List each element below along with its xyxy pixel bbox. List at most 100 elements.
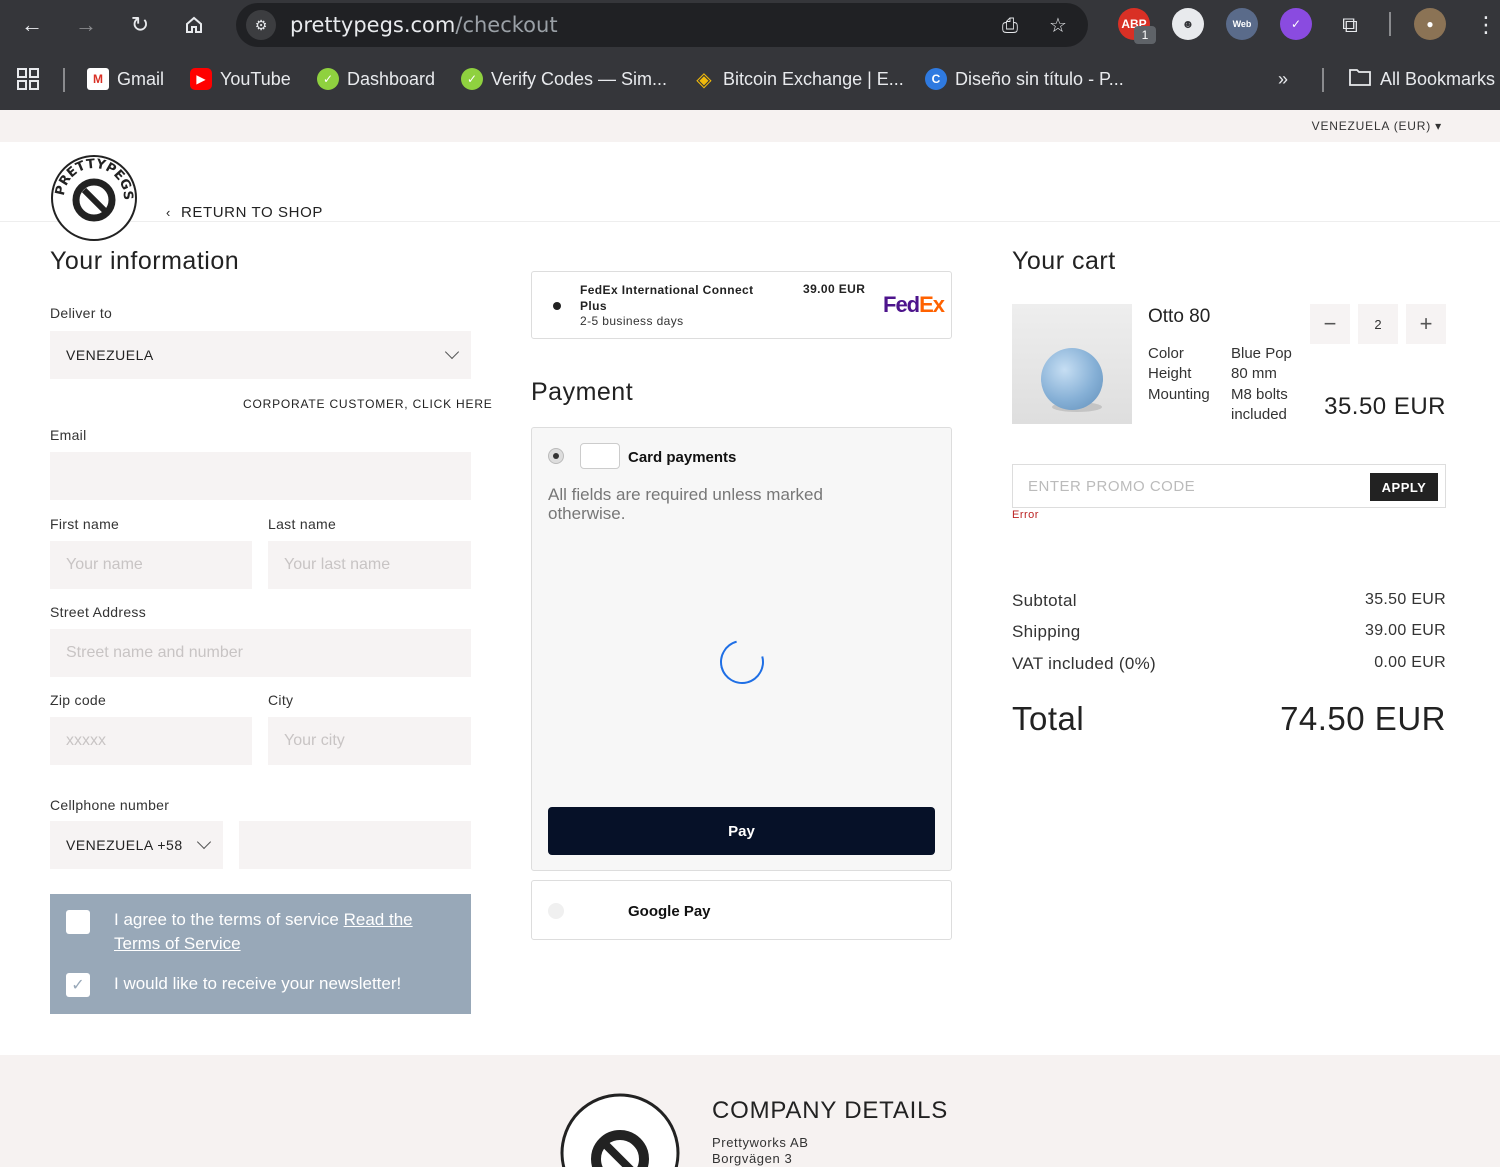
credit-card-icon: [580, 443, 620, 469]
more-bookmarks-button[interactable]: »: [1278, 66, 1288, 92]
card-payment-panel: Card payments All fields are required un…: [531, 427, 952, 871]
checkout-page: VENEZUELA (EUR) ▾ PRETTYPEGS ‹ RETURN TO …: [0, 110, 1500, 1167]
extension-icon-web[interactable]: Web: [1226, 8, 1258, 40]
browser-chrome: ← → ↻ ⚙ prettypegs.com/checkout ⎙ ☆ ABP …: [0, 0, 1500, 110]
toolbar-divider: [1389, 12, 1391, 36]
promo-code-input[interactable]: [1013, 465, 1363, 507]
email-field[interactable]: [50, 452, 471, 500]
top-utility-bar: VENEZUELA (EUR) ▾: [0, 110, 1500, 142]
total-label: Total: [1012, 700, 1085, 737]
email-label: Email: [50, 427, 87, 443]
back-icon[interactable]: ←: [16, 9, 48, 41]
apply-promo-button[interactable]: APPLY: [1370, 473, 1438, 501]
deliver-to-select[interactable]: VENEZUELA: [50, 331, 471, 379]
bookmarks-bar: M Gmail ▶ YouTube ✓ Dashboard ✓ Verify Codes…: [0, 56, 1500, 102]
first-name-field[interactable]: [50, 541, 252, 589]
zip-code-field[interactable]: [50, 717, 252, 765]
bookmark-bitcoin-exchange[interactable]: ◈ Bitcoin Exchange | E...: [693, 66, 903, 92]
prettypegs-logo[interactable]: PRETTYPEGS: [50, 154, 138, 242]
last-name-field[interactable]: [268, 541, 471, 589]
city-label: City: [268, 692, 294, 708]
bookmark-star-icon[interactable]: ☆: [1044, 12, 1072, 40]
reload-icon[interactable]: ↻: [124, 9, 156, 41]
address-bar[interactable]: ⚙ prettypegs.com/checkout ⎙ ☆: [236, 3, 1088, 47]
shipping-radio[interactable]: [553, 302, 561, 310]
site-footer: COMPANY DETAILS Prettyworks AB Borgvägen…: [0, 1055, 1500, 1167]
bookmark-dashboard[interactable]: ✓ Dashboard: [317, 66, 435, 92]
extensions-puzzle-icon[interactable]: ⧉: [1334, 9, 1366, 41]
bookmark-divider-2: [1322, 68, 1324, 92]
required-fields-note: All fields are required unless marked ot…: [548, 485, 823, 523]
install-app-icon[interactable]: ⎙: [996, 12, 1024, 40]
terms-checkbox[interactable]: [66, 910, 90, 934]
quantity-decrease-button[interactable]: −: [1310, 304, 1350, 344]
first-name-label: First name: [50, 516, 120, 532]
home-icon[interactable]: [178, 9, 210, 41]
promo-code-box: APPLY: [1012, 464, 1446, 508]
footer-logo: [560, 1093, 680, 1167]
phone-country-select[interactable]: VENEZUELA +58: [50, 821, 223, 869]
street-address-label: Street Address: [50, 604, 147, 620]
product-attr-value: 80 mm: [1231, 365, 1277, 382]
dashboard-icon: ✓: [317, 68, 339, 90]
card-payment-radio[interactable]: [548, 448, 564, 464]
product-image: [1012, 304, 1132, 424]
apps-grid-icon[interactable]: [16, 66, 40, 92]
extension-icon-face[interactable]: ☻: [1172, 8, 1204, 40]
phone-number-field[interactable]: [239, 821, 471, 869]
bookmark-verify-codes[interactable]: ✓ Verify Codes — Sim...: [461, 66, 667, 92]
google-pay-label: Google Pay: [628, 903, 711, 920]
shipping-label: Shipping: [1012, 622, 1081, 641]
gmail-icon: M: [87, 68, 109, 90]
site-info-icon[interactable]: ⚙: [246, 10, 276, 40]
url-text[interactable]: prettypegs.com/checkout: [290, 13, 558, 37]
promo-error-text: Error: [1012, 509, 1039, 521]
bookmark-youtube[interactable]: ▶ YouTube: [190, 66, 291, 92]
company-name: Prettyworks AB: [712, 1135, 809, 1150]
country-currency-selector[interactable]: VENEZUELA (EUR) ▾: [1312, 119, 1442, 133]
return-to-shop-link[interactable]: ‹ RETURN TO SHOP: [166, 204, 323, 221]
product-attr-value: Blue Pop: [1231, 345, 1292, 362]
forward-icon[interactable]: →: [70, 9, 102, 41]
loading-spinner-icon: [711, 631, 773, 693]
bookmark-gmail[interactable]: M Gmail: [87, 66, 164, 92]
zip-code-label: Zip code: [50, 692, 107, 708]
google-pay-radio[interactable]: [548, 903, 564, 919]
product-price: 35.50 EUR: [1324, 393, 1446, 420]
consent-box: I agree to the terms of service Read the…: [50, 894, 471, 1014]
product-name: Otto 80: [1148, 306, 1211, 327]
pay-button[interactable]: Pay: [548, 807, 935, 855]
profile-avatar[interactable]: ●: [1414, 8, 1446, 40]
last-name-label: Last name: [268, 516, 337, 532]
all-bookmarks-button[interactable]: All Bookmarks: [1348, 66, 1495, 92]
canva-icon: C: [925, 68, 947, 90]
quantity-increase-button[interactable]: +: [1406, 304, 1446, 344]
vat-value: 0.00 EUR: [1374, 654, 1446, 671]
chevron-down-icon: [444, 344, 460, 360]
quantity-value[interactable]: 2: [1358, 304, 1398, 344]
terms-text: I agree to the terms of service Read the…: [114, 910, 413, 953]
street-address-field[interactable]: [50, 629, 471, 677]
shipping-price: 39.00 EUR: [803, 282, 866, 296]
bookmark-divider: [63, 68, 65, 92]
shipping-method-name: FedEx International Connect Plus: [580, 283, 754, 313]
extension-badge: 1: [1134, 26, 1156, 44]
youtube-icon: ▶: [190, 68, 212, 90]
site-header: PRETTYPEGS ‹ RETURN TO SHOP: [0, 142, 1500, 241]
city-field[interactable]: [268, 717, 471, 765]
cellphone-label: Cellphone number: [50, 797, 170, 813]
extension-icon-check[interactable]: ✓: [1280, 8, 1312, 40]
bookmark-canva[interactable]: C Diseño sin título - P...: [925, 66, 1124, 92]
google-pay-option[interactable]: Google Pay: [531, 880, 952, 940]
subtotal-value: 35.50 EUR: [1365, 591, 1446, 608]
newsletter-text: I would like to receive your newsletter!: [114, 974, 402, 993]
newsletter-checkbox[interactable]: ✓: [66, 973, 90, 997]
chevron-down-icon: [196, 834, 212, 850]
corporate-customer-link[interactable]: CORPORATE CUSTOMER, CLICK HERE: [243, 397, 493, 411]
browser-toolbar: ← → ↻ ⚙ prettypegs.com/checkout ⎙ ☆ ABP …: [0, 0, 1500, 50]
menu-kebab-icon[interactable]: ⋮: [1470, 9, 1500, 41]
company-details-heading: COMPANY DETAILS: [712, 1097, 949, 1124]
subtotal-label: Subtotal: [1012, 591, 1077, 610]
shipping-option[interactable]: FedEx International Connect Plus 2-5 bus…: [531, 271, 952, 339]
product-attr-value: M8 bolts included: [1231, 386, 1288, 423]
